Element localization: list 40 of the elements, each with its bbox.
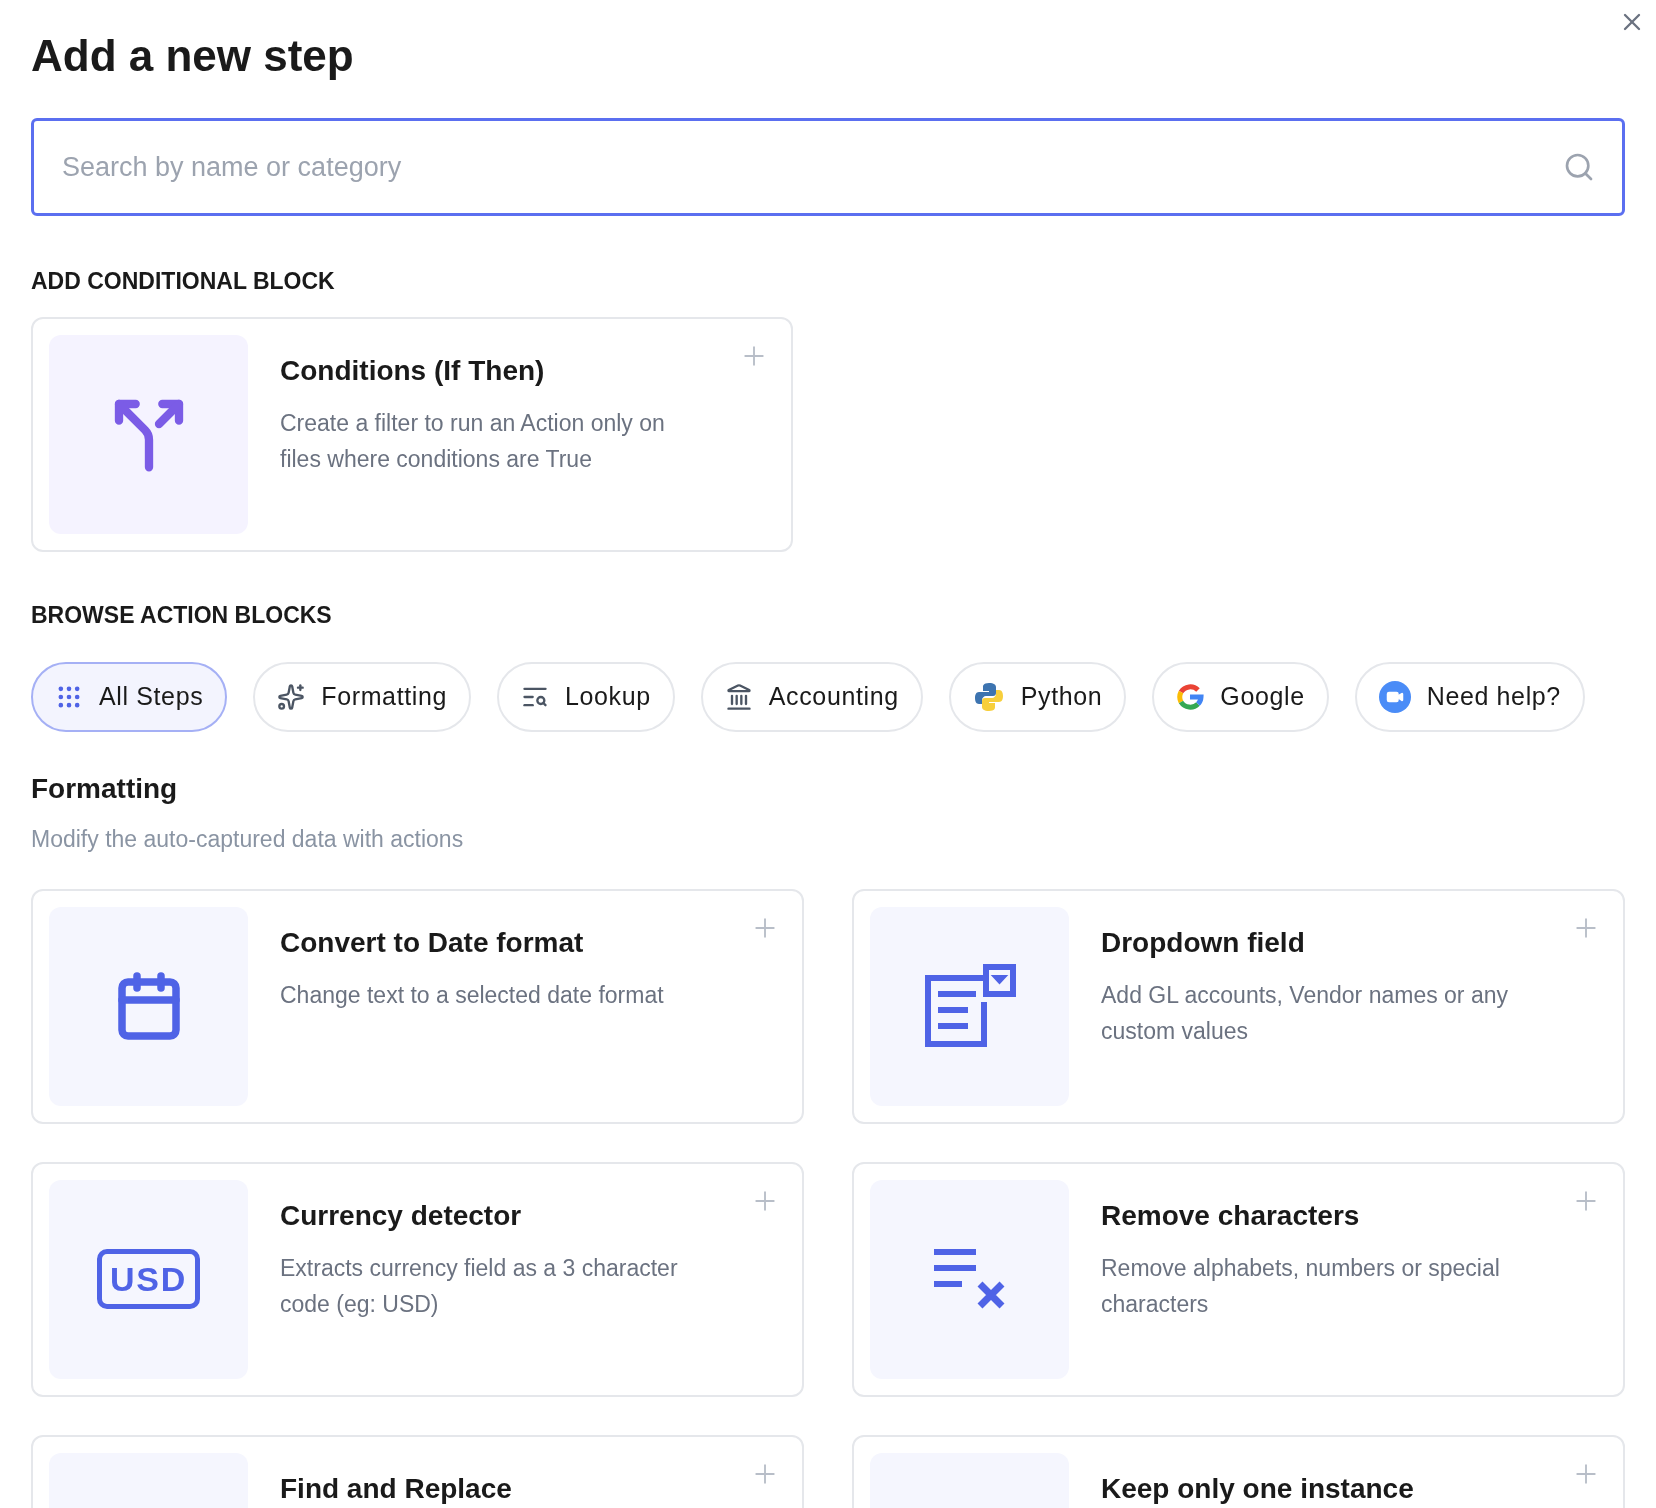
python-logo-icon <box>972 681 1005 713</box>
step-card[interactable]: Conditions (If Then) Create a filter to run an Action only on files where conditions are True <box>31 316 793 552</box>
section-heading: BROWSE ACTION BLOCKS <box>31 600 333 630</box>
section-heading: ADD CONDITIONAL BLOCK <box>31 267 336 296</box>
card-description: Create a filter to run an Action only on files where conditions are True <box>280 408 666 474</box>
step-card[interactable]: USD Currency detector Extracts currency field as a 3 character code (eg: USD) <box>31 1161 804 1397</box>
dropdown-field-icon <box>923 964 1016 1048</box>
card-title: Remove characters <box>1101 1198 1361 1233</box>
category-chip[interactable]: All Steps <box>31 662 228 732</box>
step-card[interactable]: Dropdown field Add GL accounts, Vendor names or any custom values <box>852 888 1625 1124</box>
sparkles-icon <box>277 683 306 711</box>
card-title: Currency detector <box>280 1198 523 1233</box>
category-chip[interactable]: Need help? <box>1354 662 1585 732</box>
search-field[interactable]: Search by name or category <box>31 118 1625 216</box>
card-title: Dropdown field <box>1101 925 1306 960</box>
category-title: Formatting <box>31 772 179 806</box>
category-chip[interactable]: Accounting <box>700 662 923 732</box>
card-description: Change text to a selected date format <box>280 980 664 1010</box>
dialog-title: Add a new step <box>31 30 355 82</box>
category-chip[interactable]: Lookup <box>497 662 675 732</box>
card-title: Keep only one instance <box>1101 1471 1414 1506</box>
video-camera-icon <box>1378 681 1411 713</box>
card-title: Find and Replace <box>280 1471 512 1506</box>
card-title: Conditions (If Then) <box>280 353 546 388</box>
card-description: Extracts currency field as a 3 character code (eg: USD) <box>280 1253 679 1319</box>
category-chip[interactable]: Formatting <box>253 662 472 732</box>
category-subtitle: Modify the auto-captured data with actions <box>31 825 465 854</box>
card-description: Remove alphabets, numbers or special characters <box>1101 1253 1501 1319</box>
search-icon <box>1563 151 1595 183</box>
category-chip[interactable]: Google <box>1152 662 1329 732</box>
step-card[interactable]: Convert to Date format Change text to a selected date format <box>31 888 804 1124</box>
card-title: Convert to Date format <box>280 925 585 960</box>
card-description: Add GL accounts, Vendor names or any custom values <box>1101 980 1509 1046</box>
step-card[interactable]: Remove characters Remove alphabets, numbers or special characters <box>852 1161 1625 1397</box>
step-card[interactable]: Find and Replace <box>31 1434 804 1508</box>
currency-icon: USD <box>97 1249 200 1309</box>
google-logo-icon <box>1176 683 1205 711</box>
category-chip[interactable]: Python <box>948 662 1127 732</box>
bank-icon <box>724 683 753 711</box>
step-card[interactable]: Keep only one instance <box>852 1434 1625 1508</box>
